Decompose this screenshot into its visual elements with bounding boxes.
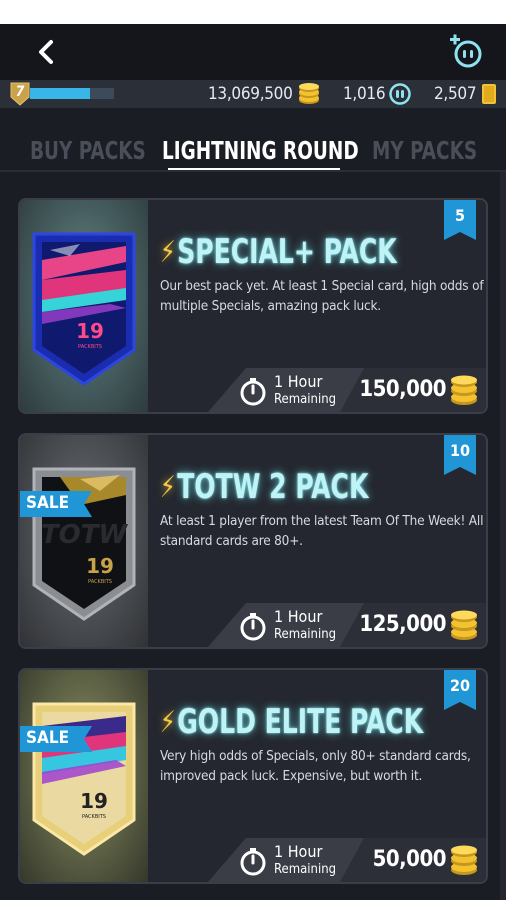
timer-value: 1 Hour (274, 842, 323, 861)
gold-card-icon (482, 84, 497, 104)
pack-art: 19 PACKBITS SALE (20, 670, 148, 882)
pack-card-image: 19 PACKBITS (32, 232, 136, 386)
pack-card-gold-elite[interactable]: 19 PACKBITS SALE 20 ⚡ GOLD ELITE PACK Ver… (18, 668, 488, 884)
sale-label: SALE (26, 493, 70, 513)
coins-counter: 13,069,500 (208, 83, 321, 105)
pack-description: Our best pack yet. At least 1 Special ca… (160, 278, 484, 314)
lightning-icon: ⚡ (160, 234, 176, 270)
pack-card-brand: PACKBITS (82, 814, 106, 820)
pack-badge-count: 10 (449, 441, 471, 460)
timer-value: 1 Hour (274, 607, 323, 626)
divider (0, 170, 506, 172)
pack-info: 10 ⚡ TOTW 2 PACK At least 1 player from t… (148, 435, 486, 647)
pack-card-image: 19 PACKBITS (32, 702, 136, 856)
coin-stack-icon (298, 83, 319, 104)
pack-price: 150,000 (359, 377, 446, 402)
pack-title: ⚡ SPECIAL+ PACK (160, 232, 397, 272)
pack-card-brand: PACKBITS (78, 344, 102, 350)
pack-title: ⚡ TOTW 2 PACK (160, 467, 369, 507)
timer-label: Remaining (274, 392, 337, 407)
pack-price: 50,000 (372, 847, 447, 872)
tokens-value: 1,016 (343, 84, 386, 104)
price-box[interactable]: 125,000 (340, 603, 486, 647)
price-box[interactable]: 50,000 (340, 838, 486, 882)
xp-bar (30, 88, 114, 99)
top-bar (0, 24, 506, 80)
pack-card-number: 19 (76, 319, 104, 343)
coin-stack-icon (451, 375, 477, 405)
tab-bar: BUY PACKS LIGHTNING ROUND MY PACKS (0, 108, 506, 172)
pack-card-image: TOTW 19 PACKBITS (32, 467, 136, 621)
tab-lightning-round[interactable]: LIGHTNING ROUND (162, 136, 359, 165)
stopwatch-icon (240, 613, 266, 641)
pack-card-totw[interactable]: TOTW 19 PACKBITS SALE 10 ⚡ TOTW 2 PACK At… (18, 433, 488, 649)
coin-stack-icon (451, 845, 477, 875)
pack-badge-count: 20 (449, 676, 471, 695)
pack-info: 20 ⚡ GOLD ELITE PACK Very high odds of Sp… (148, 670, 486, 882)
price-box[interactable]: 150,000 (340, 368, 486, 412)
timer-label: Remaining (274, 627, 337, 642)
pack-badge-count: 5 (454, 206, 465, 225)
pack-card-number: 19 (86, 554, 114, 578)
tab-my-packs[interactable]: MY PACKS (372, 136, 477, 165)
points-value: 2,507 (434, 84, 477, 104)
xp-bar-fill (30, 88, 91, 99)
token-icon (389, 83, 412, 105)
status-bar (0, 0, 506, 24)
coin-stack-icon (451, 610, 477, 640)
pack-card-brand: PACKBITS (88, 579, 112, 585)
pack-card-watermark: TOTW (41, 520, 129, 550)
points-counter: 2,507 (434, 83, 498, 105)
tokens-counter: 1,016 (343, 83, 412, 105)
add-friend-button[interactable] (448, 34, 484, 70)
pack-description: Very high odds of Specials, only 80+ sta… (160, 748, 471, 784)
add-friend-icon (450, 34, 482, 68)
level-badge: 7 (10, 82, 30, 106)
coins-value: 13,069,500 (208, 84, 293, 104)
level-number: 7 (15, 84, 25, 100)
pack-art: 19 PACKBITS (20, 200, 148, 412)
pack-card-number: 19 (80, 789, 108, 813)
resource-bar: 7 13,069,500 1,016 2,507 (0, 80, 506, 108)
lightning-icon: ⚡ (160, 469, 176, 505)
pack-card-special[interactable]: 19 PACKBITS 5 ⚡ SPECIAL+ PACK Our best pa… (18, 198, 488, 414)
pack-price: 125,000 (359, 612, 446, 637)
chevron-left-icon (39, 40, 53, 64)
scrollbar[interactable] (500, 172, 506, 900)
pack-title: ⚡ GOLD ELITE PACK (160, 702, 424, 742)
stopwatch-icon (240, 848, 266, 876)
tab-buy-packs[interactable]: BUY PACKS (30, 136, 146, 165)
timer-value: 1 Hour (274, 372, 323, 391)
back-button[interactable] (30, 36, 62, 68)
lightning-icon: ⚡ (160, 704, 176, 740)
pack-description: At least 1 player from the latest Team O… (160, 513, 484, 549)
timer-label: Remaining (274, 862, 337, 877)
pack-art: TOTW 19 PACKBITS SALE (20, 435, 148, 647)
sale-label: SALE (26, 728, 70, 748)
pack-info: 5 ⚡ SPECIAL+ PACK Our best pack yet. At l… (148, 200, 486, 412)
stopwatch-icon (240, 378, 266, 406)
